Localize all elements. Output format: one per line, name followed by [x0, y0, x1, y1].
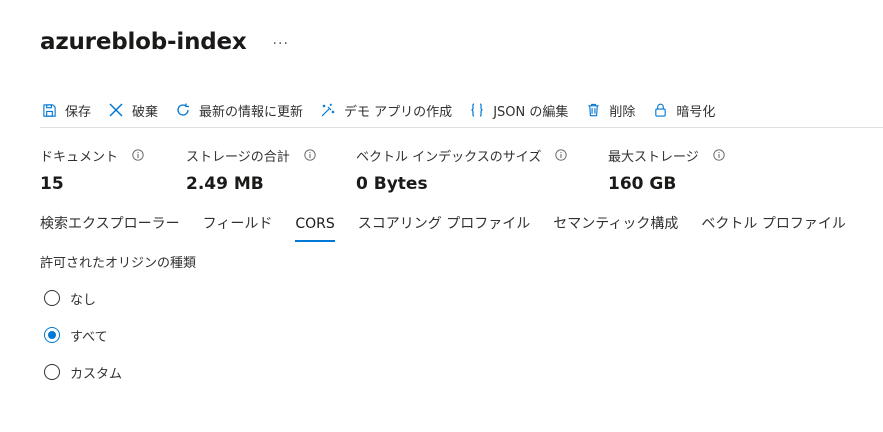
radio-button-selected[interactable] — [44, 327, 60, 343]
page-title: azureblob-index — [40, 29, 247, 55]
json-braces-icon — [468, 101, 486, 119]
tab-semantic-configurations[interactable]: セマンティック構成 — [553, 212, 678, 242]
stat-max-storage: 最大ストレージ 160 GB — [608, 146, 725, 194]
more-options-button[interactable]: ··· — [273, 36, 289, 52]
info-icon[interactable] — [304, 149, 316, 161]
stat-total-storage: ストレージの合計 2.49 MB — [186, 146, 316, 194]
discard-label: 破棄 — [132, 104, 159, 120]
stat-max-storage-label: 最大ストレージ — [608, 149, 699, 165]
stat-total-storage-label: ストレージの合計 — [186, 149, 290, 165]
edit-json-label: JSON の編集 — [493, 104, 569, 120]
refresh-button[interactable]: 最新の情報に更新 — [174, 96, 303, 124]
delete-button[interactable]: 削除 — [584, 96, 635, 124]
stat-max-storage-value: 160 GB — [608, 174, 677, 194]
allowed-origin-type-label: 許可されたオリジンの種類 — [40, 256, 197, 271]
info-icon[interactable] — [132, 149, 144, 161]
save-label: 保存 — [65, 104, 92, 120]
stat-documents-value: 15 — [40, 174, 64, 194]
radio-option-custom[interactable]: カスタム — [44, 361, 122, 383]
refresh-icon — [174, 101, 192, 119]
radio-button[interactable] — [44, 290, 60, 306]
discard-button[interactable]: 破棄 — [107, 96, 158, 124]
tab-scoring-profiles[interactable]: スコアリング プロファイル — [358, 212, 530, 242]
stat-total-storage-value: 2.49 MB — [186, 174, 264, 194]
save-icon — [40, 101, 58, 119]
encryption-button[interactable]: 暗号化 — [651, 96, 715, 124]
edit-json-button[interactable]: JSON の編集 — [468, 96, 568, 124]
create-demo-app-label: デモ アプリの作成 — [344, 104, 453, 120]
demo-app-icon — [319, 101, 337, 119]
radio-option-all[interactable]: すべて — [44, 324, 122, 346]
radio-option-all-label: すべて — [70, 329, 108, 345]
stat-documents: ドキュメント 15 — [40, 146, 144, 194]
info-icon[interactable] — [713, 149, 725, 161]
create-demo-app-button[interactable]: デモ アプリの作成 — [319, 96, 452, 124]
tab-fields[interactable]: フィールド — [203, 212, 273, 242]
tab-search-explorer[interactable]: 検索エクスプローラー — [40, 212, 180, 242]
radio-option-none-label: なし — [70, 292, 97, 308]
index-tabs: 検索エクスプローラー フィールド CORS スコアリング プロファイル セマンテ… — [40, 212, 869, 242]
info-icon[interactable] — [555, 149, 568, 161]
radio-button[interactable] — [44, 364, 60, 380]
command-bar: 保存 破棄 最新の情報に更新 デモ アプリの作成 JSON の編集 削除 暗号化 — [40, 96, 731, 124]
radio-option-none[interactable]: なし — [44, 287, 122, 309]
delete-label: 削除 — [609, 104, 636, 120]
refresh-label: 最新の情報に更新 — [199, 104, 304, 120]
tab-vector-profiles[interactable]: ベクトル プロファイル — [701, 212, 845, 242]
toolbar-divider — [40, 127, 883, 128]
page-header: azureblob-index ··· — [40, 26, 289, 58]
stat-vector-index-size-label: ベクトル インデックスのサイズ — [356, 149, 542, 165]
stat-vector-index-size: ベクトル インデックスのサイズ 0 Bytes — [356, 146, 568, 194]
close-icon — [107, 101, 125, 119]
stat-vector-index-size-value: 0 Bytes — [356, 174, 428, 194]
radio-option-custom-label: カスタム — [70, 366, 123, 382]
trash-icon — [584, 101, 602, 119]
stat-documents-label: ドキュメント — [40, 149, 119, 165]
tab-cors[interactable]: CORS — [295, 212, 336, 242]
save-button[interactable]: 保存 — [40, 96, 91, 124]
encryption-label: 暗号化 — [676, 104, 716, 120]
lock-icon — [651, 101, 669, 119]
allowed-origin-type-radio-group: なし すべて カスタム — [44, 287, 122, 398]
